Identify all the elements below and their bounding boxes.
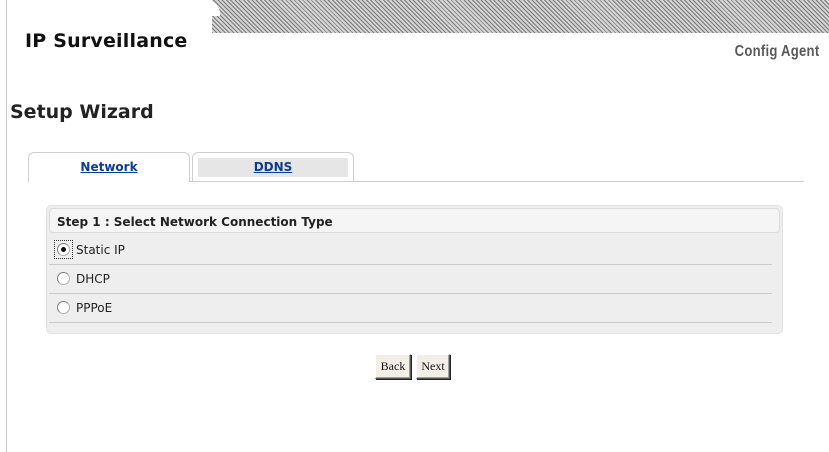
app-title: IP Surveillance [25,30,188,52]
left-border [6,0,7,452]
radio-focus-ring [54,240,73,259]
header-stripe-pattern [212,0,829,33]
dhcp-radio[interactable] [57,272,70,285]
next-button[interactable]: Next [416,354,450,379]
static-ip-radio[interactable] [57,243,70,256]
connection-type-panel: Step 1 : Select Network Connection Type … [46,205,783,334]
dhcp-label[interactable]: DHCP [76,272,110,286]
tab-ddns[interactable]: DDNS [192,152,354,181]
tab-network[interactable]: Network [28,152,190,182]
tab-network-label[interactable]: Network [29,160,189,174]
panel-title: Step 1 : Select Network Connection Type [57,215,333,229]
option-static-ip[interactable]: Static IP [49,236,772,265]
radio-wrap [57,272,71,286]
tab-ddns-label[interactable]: DDNS [193,160,353,174]
option-dhcp[interactable]: DHCP [49,265,772,294]
radio-wrap [57,301,71,315]
option-pppoe[interactable]: PPPoE [49,294,772,323]
wizard-tabs: Network DDNS [28,152,804,182]
pppoe-radio[interactable] [57,301,70,314]
panel-header: Step 1 : Select Network Connection Type [49,208,780,233]
product-name: Config Agent [734,43,819,60]
page: IP Surveillance Config Agent Setup Wizar… [0,0,829,452]
page-title: Setup Wizard [10,101,154,123]
back-button[interactable]: Back [375,354,411,379]
static-ip-label[interactable]: Static IP [76,243,125,257]
pppoe-label[interactable]: PPPoE [76,301,112,315]
